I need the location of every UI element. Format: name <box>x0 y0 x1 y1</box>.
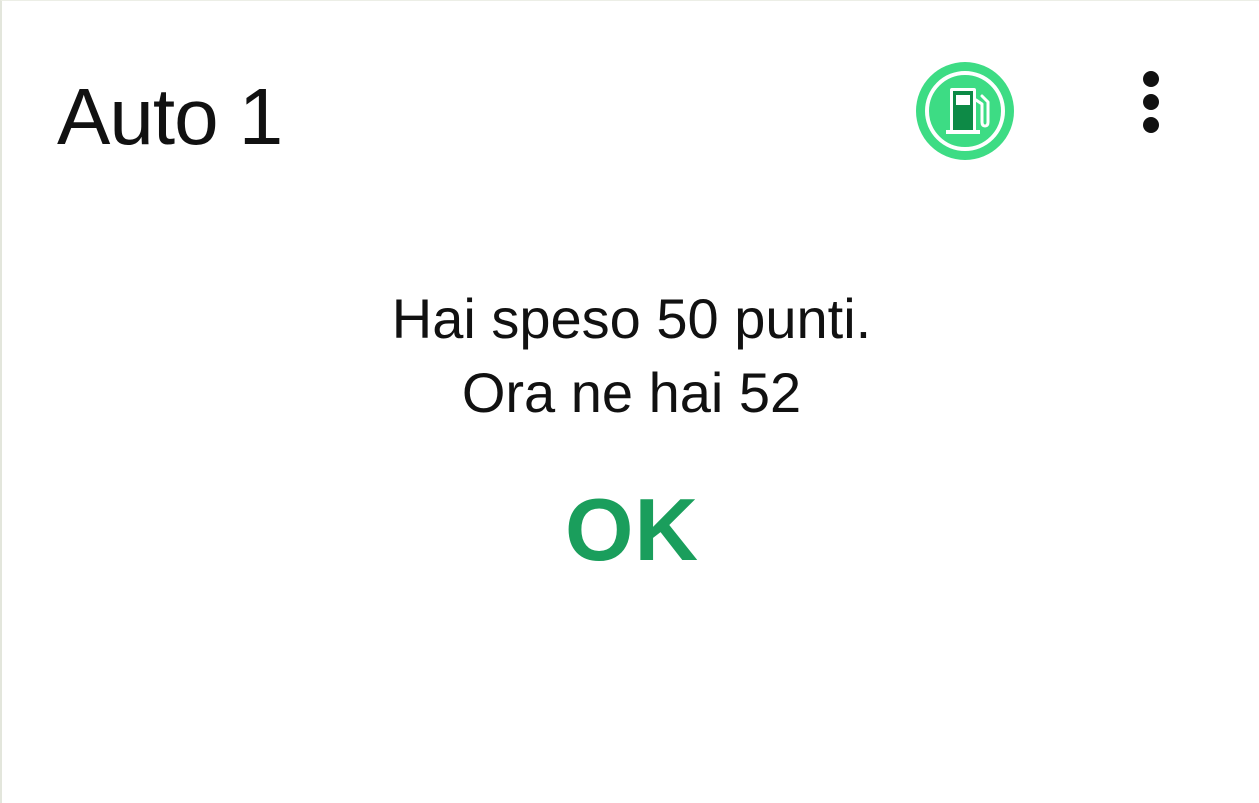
ok-button[interactable]: OK <box>542 477 722 583</box>
fuel-pump-icon[interactable] <box>916 62 1014 160</box>
fuel-pump-icon-graphic <box>916 62 1014 160</box>
message-line-2: Ora ne hai 52 <box>461 361 802 424</box>
message-line-1: Hai speso 50 punti. <box>391 287 872 350</box>
page-title: Auto 1 <box>57 72 283 161</box>
dialog-card: Auto 1 Hai speso 50 punti. Ora ne hai 52… <box>0 0 1259 803</box>
more-options-button[interactable] <box>1122 63 1180 141</box>
more-vertical-icon <box>1143 71 1159 133</box>
